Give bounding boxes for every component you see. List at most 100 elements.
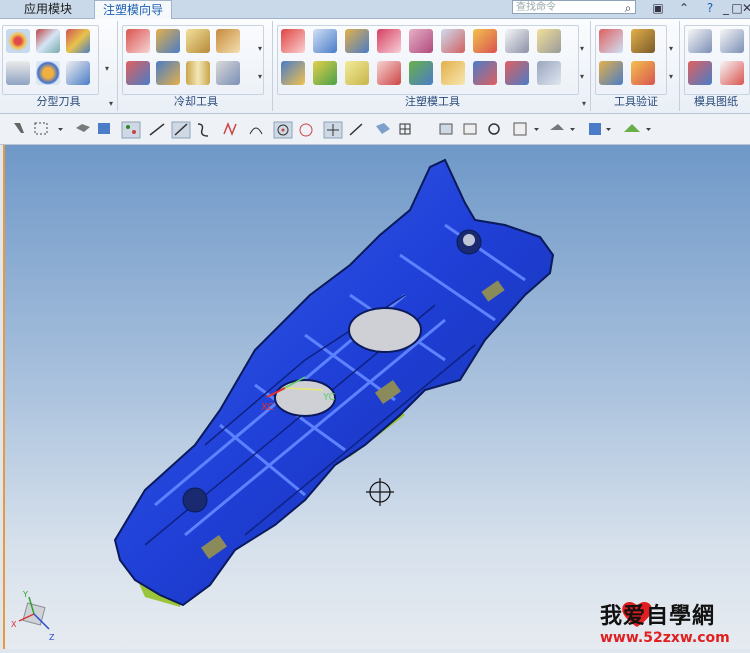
svg-text:Z: Z — [49, 633, 55, 642]
modify-solid-icon[interactable] — [441, 29, 465, 53]
watermark: 我爱自學網 www.52zxw.com — [600, 596, 750, 649]
orient-view-icon[interactable] — [513, 122, 539, 136]
display-mode-icon[interactable] — [550, 124, 575, 131]
group-more-icon[interactable]: ▾ — [109, 99, 113, 108]
replace-solid-icon[interactable] — [537, 29, 561, 53]
center-snap-icon[interactable] — [273, 121, 293, 139]
fit-view-icon[interactable] — [439, 123, 453, 135]
surface-patch-icon[interactable] — [409, 29, 433, 53]
svg-text:Y: Y — [22, 590, 28, 599]
group-dropdown-icon[interactable]: ▾ — [669, 44, 673, 53]
group-dropdown-icon[interactable]: ▾ — [580, 72, 584, 81]
intersection-snap-icon[interactable] — [223, 121, 237, 137]
assembly-drawing-icon[interactable] — [688, 29, 712, 53]
point-on-curve-icon[interactable] — [323, 121, 343, 139]
tab-mold-wizard[interactable]: 注塑模向导 — [94, 0, 173, 19]
graphics-viewport[interactable]: XC YC X Y Z — [3, 145, 750, 649]
check-region-icon[interactable] — [36, 61, 60, 85]
group-label: 模具图纸 — [694, 95, 738, 108]
orient-drawing-icon[interactable] — [720, 61, 744, 85]
reference-circle-icon[interactable] — [281, 61, 305, 85]
extend-sheet-icon[interactable] — [473, 29, 497, 53]
create-box-icon[interactable] — [281, 29, 305, 53]
extend-channel-icon[interactable] — [216, 29, 240, 53]
guide-line-icon[interactable] — [6, 61, 30, 85]
svg-text:XC: XC — [261, 402, 274, 413]
boss[interactable] — [182, 487, 208, 513]
view-triad-icon: X Y Z — [11, 590, 55, 642]
channel-tool-icon[interactable] — [156, 61, 180, 85]
parting-surface-icon[interactable] — [6, 29, 30, 53]
curve-snap-icon[interactable] — [197, 123, 209, 137]
split-solid-icon[interactable] — [313, 29, 337, 53]
line-snap-icon[interactable] — [149, 123, 165, 136]
close-icon[interactable]: ✕ — [739, 0, 750, 16]
moldflow-icon[interactable] — [599, 61, 623, 85]
shaded-icon[interactable] — [589, 123, 611, 135]
mold-feature-icon[interactable] — [473, 61, 497, 85]
selection-toolbar-icons — [14, 121, 651, 139]
part-body[interactable] — [113, 158, 555, 607]
watermark-main: 我爱自學網 — [600, 604, 716, 629]
render-style-icon[interactable] — [376, 123, 390, 134]
help-icon[interactable]: ? — [702, 0, 718, 16]
component-drawing-icon[interactable] — [720, 29, 744, 53]
ribbon-tabs: 应用模块 注塑模向导 查找命令 ⌕ ▣ ⌃ ? _ □ ✕ — [0, 0, 750, 19]
wave-control-icon[interactable] — [537, 61, 561, 85]
group-mold-drawing: 模具图纸 — [682, 21, 750, 111]
chevron-up-icon[interactable]: ⌃ — [676, 0, 692, 16]
zoom-icon[interactable] — [463, 123, 477, 135]
group-dropdown-icon[interactable]: ▾ — [580, 44, 584, 53]
edge-patch-icon[interactable] — [377, 29, 401, 53]
trim-region-icon[interactable] — [505, 29, 529, 53]
cut-solid-icon[interactable] — [377, 61, 401, 85]
design-parting-icon[interactable] — [66, 29, 90, 53]
search-icon[interactable]: ⌕ — [620, 0, 636, 16]
group-dropdown-icon[interactable]: ▾ — [669, 72, 673, 81]
cooling-connect-icon[interactable] — [186, 29, 210, 53]
cooling-standard-icon[interactable] — [156, 29, 180, 53]
group-dropdown-icon[interactable]: ▾ — [258, 72, 262, 81]
selection-toolbar — [0, 114, 750, 145]
pocket-icon[interactable] — [441, 61, 465, 85]
rotate-icon[interactable] — [488, 123, 500, 135]
snap-all-icon[interactable] — [121, 121, 141, 139]
select-filter-icon[interactable] — [14, 123, 24, 133]
merge-icon[interactable] — [505, 61, 529, 85]
drag-icon[interactable] — [313, 61, 337, 85]
group-more-icon[interactable]: ▾ — [582, 99, 586, 108]
face-select-icon[interactable] — [76, 124, 90, 132]
define-cavity-icon[interactable] — [66, 61, 90, 85]
hole[interactable] — [348, 307, 422, 353]
cooling-fitting-icon[interactable] — [216, 61, 240, 85]
solid-select-icon[interactable] — [98, 123, 110, 134]
group-mold-tools: ▾ ▾ 注塑模工具 ▾ — [275, 21, 591, 111]
crosshair-cursor-icon — [366, 478, 394, 506]
edge-snap-icon[interactable] — [171, 121, 191, 139]
grid-icon[interactable] — [399, 123, 411, 135]
rectangle-select-icon[interactable] — [34, 122, 63, 135]
region-icon[interactable] — [36, 29, 60, 53]
clearance-icon[interactable] — [631, 29, 655, 53]
hole-table-icon[interactable] — [688, 61, 712, 85]
quadrant-snap-icon[interactable] — [299, 123, 313, 137]
bounded-line-icon[interactable] — [349, 123, 363, 136]
group-dropdown-icon[interactable]: ▾ — [105, 64, 109, 73]
background-icon[interactable] — [624, 124, 651, 132]
part-model[interactable]: XC YC X Y Z — [5, 145, 750, 649]
channel-path-icon[interactable] — [126, 29, 150, 53]
verify-icon[interactable] — [631, 61, 655, 85]
boss-hole — [463, 234, 475, 246]
window-icon[interactable]: ▣ — [650, 0, 666, 16]
tab-application[interactable]: 应用模块 — [16, 0, 80, 18]
solid-patch-icon[interactable] — [345, 29, 369, 53]
group-dropdown-icon[interactable]: ▾ — [258, 44, 262, 53]
extract-region-icon[interactable] — [409, 61, 433, 85]
baffle-icon[interactable] — [186, 61, 210, 85]
block-icon[interactable] — [345, 61, 369, 85]
check-wall-icon[interactable] — [599, 29, 623, 53]
search-input[interactable]: 查找命令 — [512, 0, 636, 14]
tangent-snap-icon[interactable] — [249, 127, 263, 135]
delete-channel-icon[interactable] — [126, 61, 150, 85]
group-label: 冷却工具 — [174, 95, 218, 108]
